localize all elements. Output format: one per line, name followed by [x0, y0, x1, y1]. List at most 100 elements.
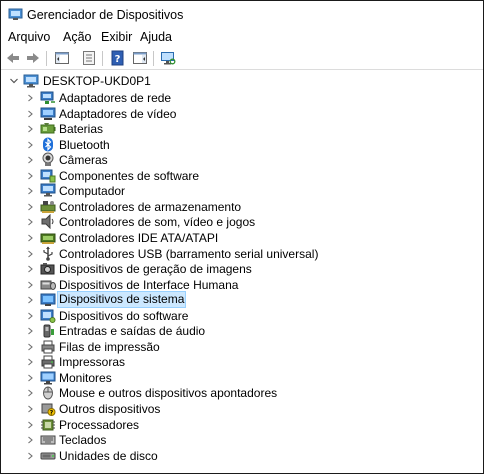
tree-item[interactable]: Mouse e outros dispositivos apontadores — [1, 385, 483, 401]
tree-item[interactable]: Impressoras — [1, 354, 483, 370]
menu-exibir[interactable]: Exibir — [101, 30, 132, 44]
camera-icon — [42, 152, 54, 167]
tree-item-label: Computador — [59, 184, 126, 199]
tree-item-label: Outros dispositivos — [59, 402, 161, 416]
forward-arrow-icon[interactable] — [25, 50, 41, 66]
tree-item[interactable]: Controladores de som, vídeo e jogos — [1, 214, 483, 230]
chevron-right-icon[interactable] — [27, 327, 34, 335]
battery-icon — [40, 123, 56, 134]
chevron-right-icon[interactable] — [27, 358, 34, 366]
action-pane-icon[interactable] — [132, 50, 148, 66]
menu-arquivo[interactable]: Arquivo — [8, 30, 50, 44]
chevron-right-icon[interactable] — [27, 110, 34, 118]
chevron-right-icon[interactable] — [27, 405, 34, 413]
tree-item-label: Mouse e outros dispositivos apontadores — [59, 386, 278, 401]
tree-item[interactable]: Controladores USB (barramento serial uni… — [1, 246, 483, 262]
chevron-down-icon[interactable] — [9, 76, 19, 86]
chevron-right-icon[interactable] — [27, 250, 34, 258]
chevron-right-icon[interactable] — [27, 436, 34, 444]
other-device-icon: ? — [41, 403, 56, 416]
show-hide-console-tree-icon[interactable] — [54, 50, 70, 66]
tree-item[interactable]: Dispositivos de geração de imagens — [1, 261, 483, 277]
network-adapter-icon — [40, 91, 55, 104]
chevron-right-icon[interactable] — [27, 343, 34, 351]
chevron-right-icon[interactable] — [27, 218, 34, 226]
chevron-right-icon[interactable] — [27, 374, 34, 382]
ide-controller-icon — [40, 233, 56, 244]
menu-bar: Arquivo Ação Exibir Ajuda — [1, 29, 483, 47]
chevron-right-icon[interactable] — [27, 172, 34, 180]
chevron-right-icon[interactable] — [27, 421, 34, 429]
chevron-right-icon[interactable] — [27, 281, 34, 289]
svg-text:?: ? — [115, 54, 121, 65]
audio-io-icon — [43, 324, 54, 338]
tree-item[interactable]: Adaptadores de vídeo — [1, 106, 483, 122]
tree-item-label: Unidades de disco — [59, 448, 158, 463]
menu-acao[interactable]: Ação — [63, 30, 92, 44]
chevron-right-icon[interactable] — [27, 265, 34, 273]
tree-item[interactable]: Computador — [1, 183, 483, 199]
tree-item-label: Bluetooth — [59, 137, 110, 152]
print-queue-icon — [41, 340, 55, 354]
computer-icon — [40, 183, 56, 197]
chevron-right-icon[interactable] — [27, 156, 34, 164]
chevron-right-icon[interactable] — [27, 234, 34, 242]
chevron-right-icon[interactable] — [27, 187, 34, 195]
tree-item[interactable]: Dispositivos de Interface Humana — [1, 277, 483, 293]
software-component-icon — [40, 169, 56, 183]
tree-item[interactable]: Dispositivos de sistema — [1, 291, 483, 309]
usb-icon — [43, 246, 53, 261]
toolbar-separator — [46, 51, 47, 66]
chevron-right-icon[interactable] — [27, 296, 34, 304]
chevron-right-icon[interactable] — [27, 203, 34, 211]
processor-icon — [41, 419, 55, 431]
keyboard-icon — [40, 435, 56, 445]
tree-item[interactable]: Controladores de armazenamento — [1, 199, 483, 215]
chevron-right-icon[interactable] — [27, 94, 34, 102]
tree-item-label: Dispositivos de Interface Humana — [59, 277, 239, 292]
tree-root[interactable]: DESKTOP-UKD0P1 — [1, 73, 483, 89]
tree-item[interactable]: Processadores — [1, 417, 483, 433]
bluetooth-icon — [43, 137, 53, 152]
tree-item[interactable]: Filas de impressão — [1, 339, 483, 355]
tree-item-label: Adaptadores de vídeo — [59, 106, 177, 121]
chevron-right-icon[interactable] — [27, 452, 34, 460]
tree-item-label: Controladores USB (barramento serial uni… — [59, 246, 319, 261]
tree-item[interactable]: Controladores IDE ATA/ATAPI — [1, 230, 483, 246]
tree-item[interactable]: Dispositivos do software — [1, 308, 483, 324]
tree-root-label: DESKTOP-UKD0P1 — [43, 74, 151, 88]
tree-item[interactable]: Teclados — [1, 432, 483, 448]
toolbar: ? — [1, 48, 483, 69]
chevron-right-icon[interactable] — [27, 125, 34, 133]
tree-item[interactable]: Componentes de software — [1, 168, 483, 184]
tree-item[interactable]: Monitores — [1, 370, 483, 386]
tree-item-label: Componentes de software — [59, 168, 200, 183]
hid-icon — [40, 280, 56, 290]
chevron-right-icon[interactable] — [27, 389, 34, 397]
tree-item[interactable]: Unidades de disco — [1, 448, 483, 464]
tree-item-label: Dispositivos do software — [59, 308, 189, 323]
system-device-icon — [40, 293, 56, 307]
tree-item-label: Controladores IDE ATA/ATAPI — [59, 230, 219, 245]
chevron-right-icon[interactable] — [27, 141, 34, 149]
toolbar-separator — [153, 51, 154, 66]
tree-item[interactable]: Entradas e saídas de áudio — [1, 323, 483, 339]
menu-ajuda[interactable]: Ajuda — [140, 30, 172, 44]
device-manager-window: Gerenciador de Dispositivos Arquivo Ação… — [0, 0, 484, 474]
toolbar-divider — [1, 69, 483, 70]
tree-item[interactable]: Baterias — [1, 121, 483, 137]
tree-item[interactable]: ? Outros dispositivos — [1, 401, 483, 417]
chevron-right-icon[interactable] — [27, 312, 34, 320]
back-arrow-icon[interactable] — [5, 50, 21, 66]
help-icon[interactable]: ? — [110, 50, 126, 66]
title-bar: Gerenciador de Dispositivos — [1, 1, 483, 29]
storage-controller-icon — [40, 200, 56, 213]
imaging-device-icon — [40, 263, 55, 275]
properties-icon[interactable] — [81, 50, 97, 66]
tree-item-label: Baterias — [59, 122, 104, 137]
tree-item[interactable]: Câmeras — [1, 152, 483, 168]
tree-item-label: Impressoras — [59, 355, 126, 370]
tree-item[interactable]: Adaptadores de rede — [1, 90, 483, 106]
tree-item[interactable]: Bluetooth — [1, 137, 483, 153]
scan-hardware-icon[interactable] — [160, 50, 176, 66]
